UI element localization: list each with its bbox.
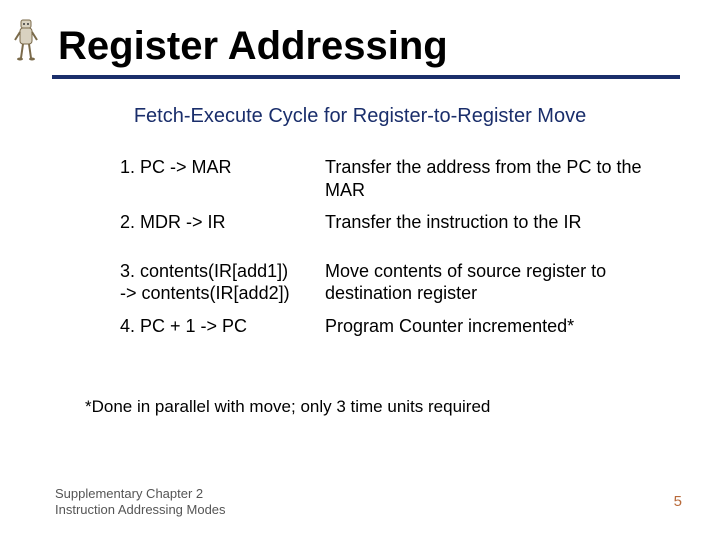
footnote: *Done in parallel with move; only 3 time… bbox=[85, 397, 720, 417]
table-row: 2. MDR -> IR Transfer the instruction to… bbox=[120, 211, 670, 234]
footer-line-1: Supplementary Chapter 2 bbox=[55, 486, 226, 502]
step-right: Transfer the instruction to the IR bbox=[325, 211, 670, 234]
step-right: Program Counter incremented* bbox=[325, 315, 670, 338]
slide-subtitle: Fetch-Execute Cycle for Register-to-Regi… bbox=[0, 105, 720, 128]
step-right: Transfer the address from the PC to the … bbox=[325, 156, 670, 201]
page-number: 5 bbox=[674, 493, 682, 510]
step-left: 1. PC -> MAR bbox=[120, 156, 325, 201]
title-area: Register Addressing bbox=[0, 0, 720, 73]
steps-table-wrap: 1. PC -> MAR Transfer the address from t… bbox=[120, 146, 670, 347]
table-row: 3. contents(IR[add1]) -> contents(IR[add… bbox=[120, 260, 670, 305]
step-left: 3. contents(IR[add1]) -> contents(IR[add… bbox=[120, 260, 325, 305]
step-left: 4. PC + 1 -> PC bbox=[120, 315, 325, 338]
robot-figure-icon bbox=[12, 18, 40, 62]
table-row: 4. PC + 1 -> PC Program Counter incremen… bbox=[120, 315, 670, 338]
title-icon-wrap bbox=[0, 18, 52, 73]
slide: Register Addressing Fetch-Execute Cycle … bbox=[0, 0, 720, 540]
footer: Supplementary Chapter 2 Instruction Addr… bbox=[55, 486, 226, 519]
step-right: Move contents of source register to dest… bbox=[325, 260, 670, 305]
title-underline bbox=[52, 75, 680, 79]
slide-title: Register Addressing bbox=[52, 24, 448, 73]
step-left: 2. MDR -> IR bbox=[120, 211, 325, 234]
steps-table: 1. PC -> MAR Transfer the address from t… bbox=[120, 146, 670, 347]
footer-line-2: Instruction Addressing Modes bbox=[55, 502, 226, 518]
table-row: 1. PC -> MAR Transfer the address from t… bbox=[120, 156, 670, 201]
